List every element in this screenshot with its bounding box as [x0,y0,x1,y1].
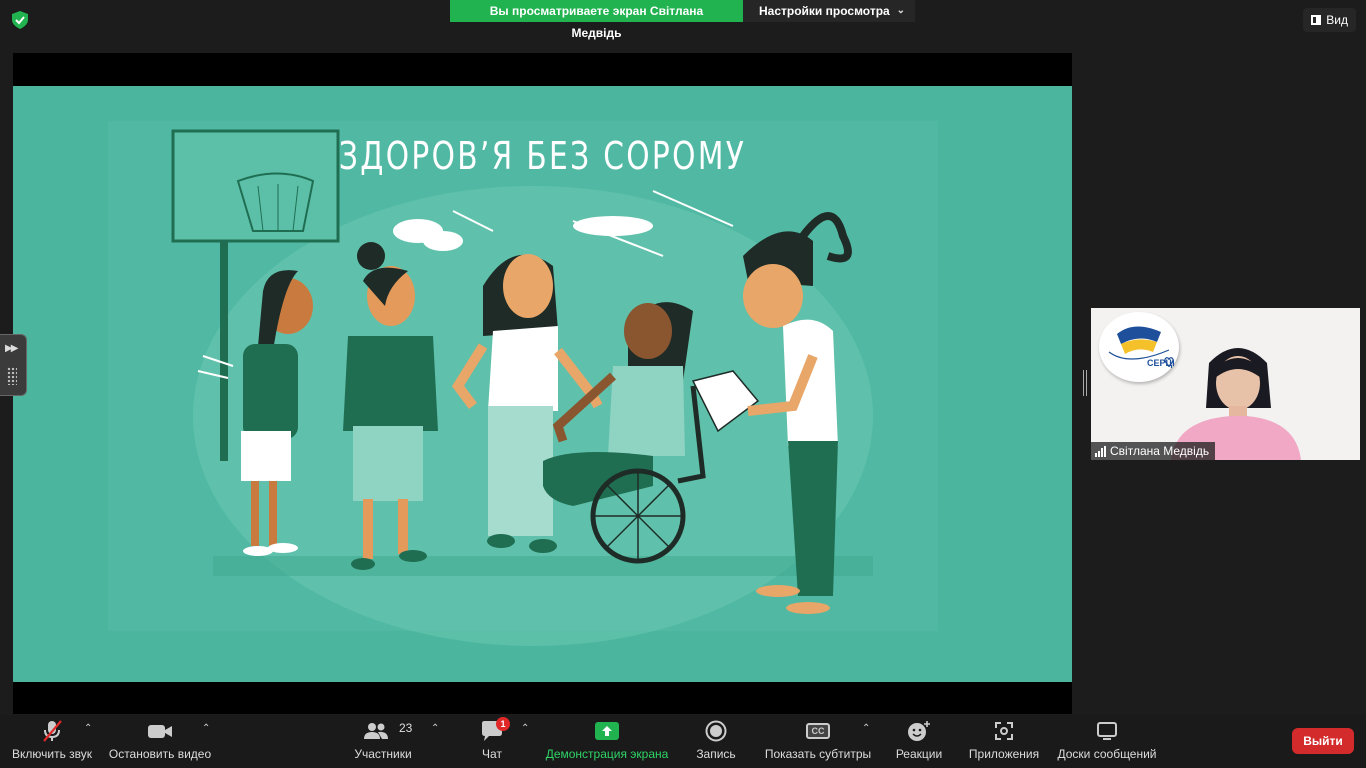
reactions-button[interactable]: Реакции [894,715,944,768]
panel-splitter[interactable] [1083,370,1087,396]
participants-options-caret-icon[interactable]: ⌃ [431,723,439,734]
share-screen-label: Демонстрация экрана [545,747,669,761]
share-screen-icon [595,722,619,740]
stop-video-button[interactable]: Остановить видео [108,715,212,768]
grid-icon [1311,15,1322,25]
unmute-button[interactable]: Включить звук [10,715,94,768]
signal-strength-icon [1095,445,1106,457]
whiteboards-button[interactable]: Доски сообщений [1055,715,1159,768]
show-captions-button[interactable]: CC Показать субтитры [764,715,872,768]
top-bar: Вы просматриваете экран Світлана Медвідь… [0,0,1366,46]
captions-options-caret-icon[interactable]: ⌃ [862,723,870,734]
drag-handle-icon [7,367,17,385]
apps-icon [993,715,1015,747]
participant-video-tile[interactable]: СЕРЦІ Світлана Медвідь [1091,308,1360,460]
whiteboard-icon [1096,715,1118,747]
participants-count: 23 [399,721,413,735]
slide-title: ЗДОРОВ’Я БЕЗ СОРОМУ [338,134,747,178]
logo-text: СЕРЦІ [1147,358,1175,368]
shared-screen: ЗДОРОВ’Я БЕЗ СОРОМУ [13,53,1072,714]
shield-icon[interactable] [12,11,28,29]
stop-video-label: Остановить видео [108,747,212,761]
screen-share-banner: Вы просматриваете экран Світлана Медвідь… [450,0,915,40]
heart-logo-icon [1108,326,1174,368]
apps-button[interactable]: Приложения [966,715,1042,768]
chat-icon: 1 [474,715,510,747]
participant-name-tag: Світлана Медвідь [1091,442,1216,460]
participants-label: Участники [354,747,412,761]
chat-unread-badge: 1 [496,717,510,731]
participants-icon: 23 [353,715,413,747]
record-button[interactable]: Запись [694,715,738,768]
show-captions-label: Показать субтитры [764,747,872,761]
view-button[interactable]: Вид [1303,8,1356,32]
participant-name: Світлана Медвідь [1110,444,1210,458]
zoom-window: Вы просматриваете экран Світлана Медвідь… [0,0,1366,768]
share-screen-button[interactable]: Демонстрация экрана [545,715,669,768]
chevron-down-icon: ⌄ [896,5,905,16]
participants-button[interactable]: 23 Участники [353,715,413,768]
leave-button[interactable]: Выйти [1292,728,1354,754]
presentation-slide: ЗДОРОВ’Я БЕЗ СОРОМУ [13,86,1072,682]
chat-button[interactable]: 1 Чат [474,715,510,768]
video-camera-icon [147,715,173,747]
side-panel-handle[interactable]: ▶▶ [0,334,27,396]
unmute-label: Включить звук [11,747,93,761]
share-banner-label: Вы просматриваете экран Світлана Медвідь [450,0,743,40]
view-button-label: Вид [1326,13,1348,27]
video-options-caret-icon[interactable]: ⌃ [202,723,210,734]
view-settings-label: Настройки просмотра [759,4,890,18]
record-label: Запись [696,747,736,761]
meeting-toolbar: Включить звук ⌃ Остановить видео ⌃ 23 Уч… [0,715,1366,768]
apps-label: Приложения [968,747,1040,761]
reactions-label: Реакции [895,747,943,761]
mic-off-icon [40,715,64,747]
expand-arrows-icon: ▶▶ [5,343,18,354]
reactions-icon [907,715,931,747]
whiteboards-label: Доски сообщений [1057,747,1157,761]
cc-icon: CC [806,723,830,739]
chat-options-caret-icon[interactable]: ⌃ [521,723,529,734]
record-icon [705,715,727,747]
organization-logo: СЕРЦІ [1099,312,1179,382]
chat-label: Чат [482,747,502,761]
audio-options-caret-icon[interactable]: ⌃ [84,723,92,734]
view-settings-dropdown[interactable]: Настройки просмотра ⌄ [743,0,915,22]
